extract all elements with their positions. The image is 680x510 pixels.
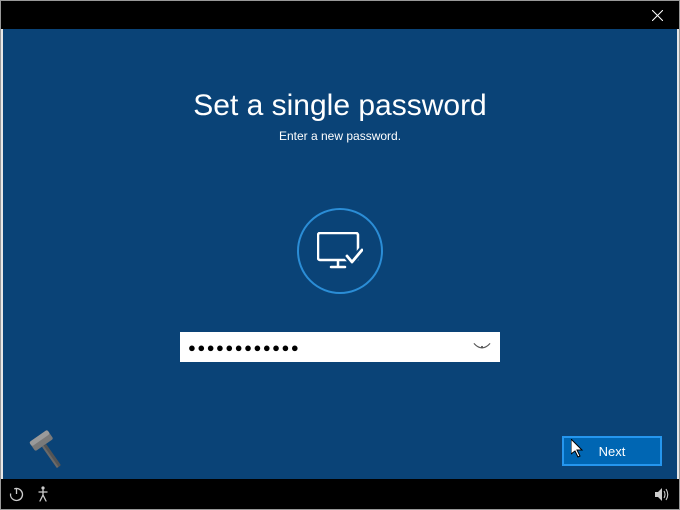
eye-icon — [473, 341, 491, 353]
close-icon — [652, 10, 663, 21]
accessibility-button[interactable] — [36, 486, 50, 503]
next-button-label: Next — [599, 444, 626, 459]
cursor-pointer — [571, 439, 585, 459]
page-title: Set a single password — [3, 89, 677, 123]
page-subtitle: Enter a new password. — [3, 129, 677, 143]
volume-icon — [654, 487, 671, 502]
taskbar — [1, 479, 679, 509]
password-field-container — [180, 332, 500, 362]
reveal-password-button[interactable] — [472, 337, 492, 357]
close-button[interactable] — [635, 1, 679, 29]
titlebar — [1, 1, 679, 29]
power-button[interactable] — [9, 487, 24, 502]
password-input[interactable] — [188, 332, 472, 362]
accessibility-icon — [36, 486, 50, 503]
monitor-check-icon — [297, 208, 383, 294]
power-icon — [9, 487, 24, 502]
main-content-area: Set a single password Enter a new passwo… — [3, 29, 677, 479]
volume-button[interactable] — [654, 487, 671, 502]
hammer-watermark-icon — [23, 419, 78, 474]
